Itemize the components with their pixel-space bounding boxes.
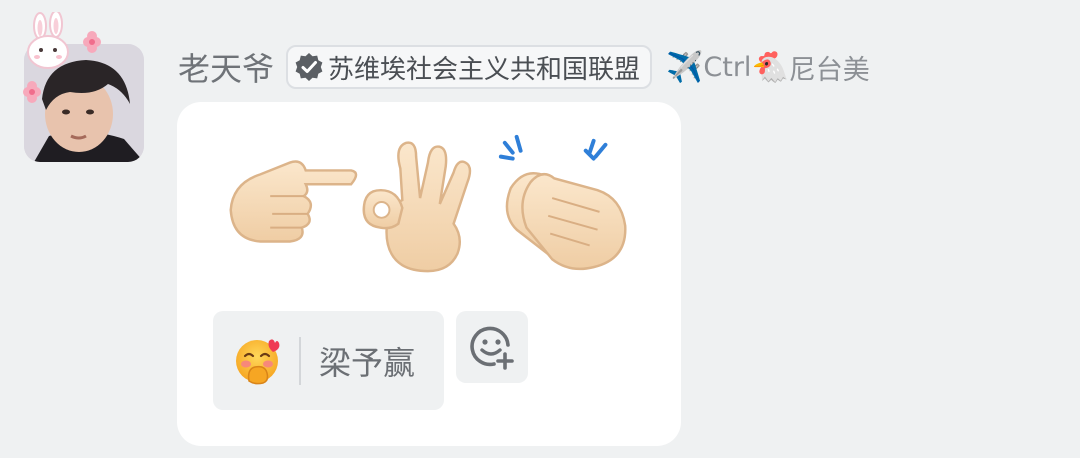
message-emoji-row — [211, 128, 631, 278]
suffix-text-end: 尼台美 — [788, 54, 870, 86]
airplane-icon: ✈️ — [666, 49, 704, 85]
reaction-user-name: 梁予赢 — [319, 343, 416, 382]
clapping-hands-icon — [498, 134, 627, 271]
reaction-chip[interactable]: 梁予赢 — [213, 311, 444, 410]
message-bubble[interactable]: 梁予赢 — [177, 102, 681, 446]
group-title-badge[interactable]: 苏维埃社会主义共和国联盟 — [286, 45, 653, 89]
nickname-suffix: ✈️ Ctrl 🐔 尼台美 — [666, 48, 870, 87]
message-header: 老天爷 苏维埃社会主义共和国联盟 ✈️ Ctrl 🐔 尼台美 — [178, 42, 870, 92]
sender-avatar[interactable] — [24, 44, 144, 162]
reaction-divider — [299, 336, 301, 385]
sender-nickname[interactable]: 老天爷 — [178, 44, 274, 90]
pointing-right-hand-icon — [229, 160, 358, 243]
add-reaction-button[interactable] — [456, 311, 528, 383]
verified-badge-icon — [295, 53, 323, 81]
ok-hand-icon — [362, 141, 472, 273]
chicken-icon: 🐔 — [751, 49, 789, 85]
avatar-photo — [24, 44, 144, 162]
suffix-text-ctrl: Ctrl — [703, 51, 752, 83]
add-emoji-reaction-icon — [470, 326, 514, 370]
face-with-hand-over-mouth-icon — [236, 338, 280, 384]
group-title-text: 苏维埃社会主义共和国联盟 — [328, 54, 641, 85]
